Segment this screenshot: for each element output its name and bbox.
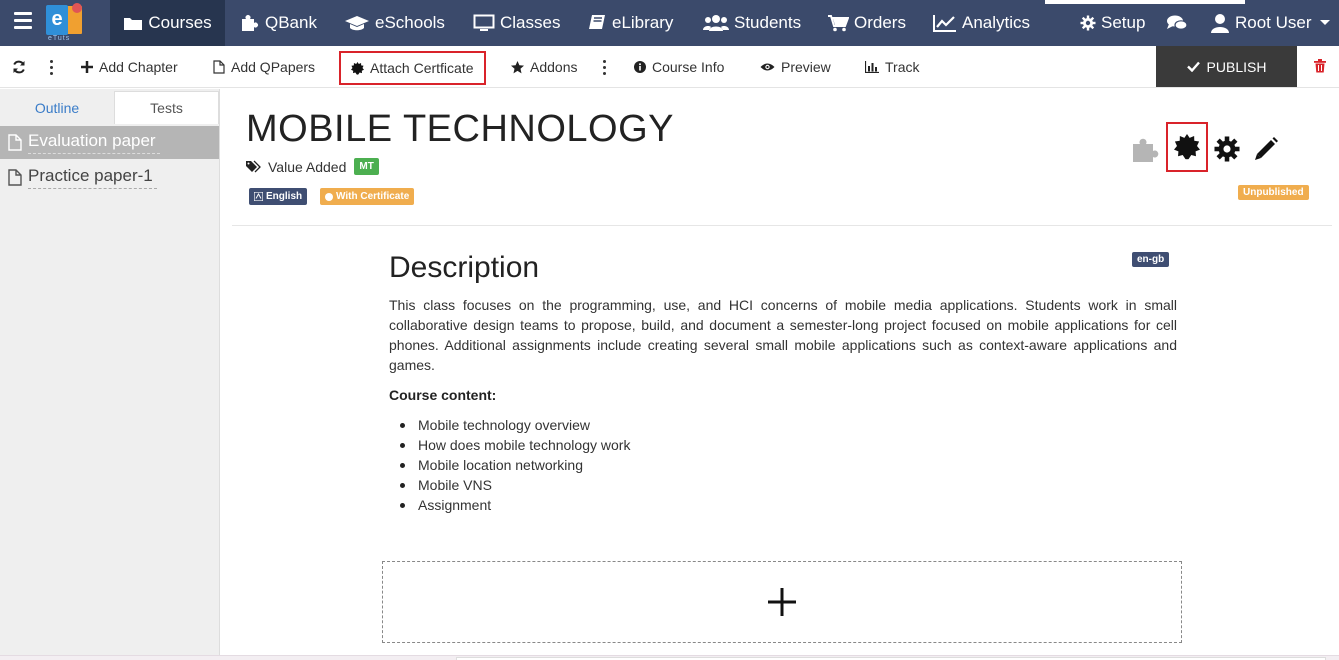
sidebar-item-evaluation-paper[interactable]: Evaluation paper	[0, 126, 219, 159]
description-language-badge: en-gb	[1132, 252, 1170, 267]
add-chapter-button[interactable]: Add Chapter	[81, 46, 178, 88]
publish-button[interactable]: PUBLISH	[1156, 46, 1297, 87]
check-icon	[1186, 61, 1200, 72]
info-icon	[634, 61, 646, 73]
more-options-icon[interactable]	[50, 60, 54, 76]
status-badge: Unpublished	[1238, 185, 1309, 200]
caret-down-icon	[1319, 20, 1330, 25]
gear-icon	[1080, 15, 1096, 31]
nav-qbank[interactable]: QBank	[240, 0, 317, 46]
refresh-icon	[13, 60, 25, 74]
addons-button[interactable]: Addons	[511, 46, 577, 88]
course-category: Value Added MT	[246, 158, 379, 175]
star-icon	[511, 60, 524, 73]
language-badge: English	[249, 188, 308, 205]
hamburger-menu-icon[interactable]	[14, 12, 32, 32]
course-content-list: Mobile technology overview How does mobi…	[389, 415, 630, 515]
line-chart-icon	[933, 15, 956, 32]
addons-puzzle-button[interactable]	[1130, 133, 1162, 165]
pencil-icon	[1255, 137, 1278, 160]
description-text: This class focuses on the programming, u…	[389, 297, 1177, 373]
list-item: Mobile location networking	[389, 455, 630, 475]
course-title: MOBILE TECHNOLOGY	[246, 108, 675, 150]
course-settings-button[interactable]	[1212, 133, 1242, 165]
puzzle-icon	[1133, 138, 1159, 162]
bar-chart-icon	[865, 61, 879, 73]
course-code-badge: MT	[354, 158, 379, 175]
attach-certificate-icon-button[interactable]	[1166, 122, 1208, 172]
cart-icon	[828, 15, 849, 32]
add-content-block[interactable]	[382, 561, 1182, 643]
file-icon	[8, 134, 22, 151]
book-icon	[589, 15, 605, 29]
course-info-button[interactable]: Course Info	[634, 46, 724, 88]
nav-analytics[interactable]: Analytics	[933, 0, 1030, 46]
file-icon	[8, 169, 22, 186]
sidebar-tabs: Outline Tests	[0, 91, 219, 124]
refresh-button[interactable]	[12, 46, 32, 88]
preview-button[interactable]: Preview	[760, 46, 831, 88]
add-qpapers-button[interactable]: Add QPapers	[213, 46, 315, 88]
eye-icon	[760, 63, 775, 71]
nav-setup[interactable]: Setup	[1080, 0, 1145, 46]
attach-certificate-button[interactable]: Attach Certficate	[339, 51, 486, 85]
addons-more-icon[interactable]	[603, 60, 607, 76]
trash-icon	[1314, 59, 1326, 73]
chat-icon	[1167, 15, 1188, 30]
nav-orders[interactable]: Orders	[827, 0, 906, 46]
plus-icon	[768, 588, 796, 616]
graduation-cap-icon	[345, 16, 369, 31]
tab-tests[interactable]: Tests	[114, 91, 219, 124]
user-menu[interactable]: Root User	[1210, 0, 1335, 46]
user-icon	[1211, 14, 1229, 33]
sidebar-item-practice-paper-1[interactable]: Practice paper-1	[0, 161, 219, 194]
certificate-icon	[351, 61, 364, 75]
nav-elibrary[interactable]: eLibrary	[587, 0, 673, 46]
folder-icon	[124, 18, 143, 30]
list-item: Mobile technology overview	[389, 415, 630, 435]
list-item: How does mobile technology work	[389, 435, 630, 455]
plus-icon	[81, 61, 93, 73]
certificate-icon	[1174, 134, 1200, 160]
monitor-icon	[473, 14, 495, 31]
nav-students[interactable]: Students	[703, 0, 801, 46]
tab-outline[interactable]: Outline	[0, 91, 114, 124]
delete-course-button[interactable]	[1314, 59, 1326, 78]
nav-classes[interactable]: Classes	[473, 0, 560, 46]
nav-eschools[interactable]: eSchools	[344, 0, 445, 46]
header-divider	[232, 225, 1332, 226]
certificate-icon	[325, 192, 333, 201]
tags-icon	[246, 160, 261, 173]
description-heading: Description	[389, 251, 540, 284]
certificate-badge: With Certificate	[320, 188, 415, 205]
course-content-heading: Course content:	[389, 387, 497, 403]
list-item: Mobile VNS	[389, 475, 630, 495]
nav-courses[interactable]: Courses	[110, 0, 225, 46]
top-navbar: e eTuts Courses QBank eSchools Classes e…	[0, 0, 1339, 46]
course-toolbar: Add Chapter Add QPapers Attach Certficat…	[0, 46, 1339, 88]
users-icon	[703, 15, 729, 31]
language-icon	[254, 192, 263, 201]
edit-course-button[interactable]	[1251, 133, 1281, 165]
course-outline-sidebar: Outline Tests Evaluation paper Practice …	[0, 89, 220, 655]
list-item: Assignment	[389, 495, 630, 515]
bottom-bar	[0, 655, 1339, 660]
app-logo[interactable]: e eTuts	[44, 2, 92, 44]
chat-button[interactable]	[1166, 0, 1193, 46]
track-button[interactable]: Track	[865, 46, 919, 88]
puzzle-icon	[242, 15, 258, 31]
gear-icon	[1214, 136, 1240, 162]
file-icon	[213, 60, 225, 74]
